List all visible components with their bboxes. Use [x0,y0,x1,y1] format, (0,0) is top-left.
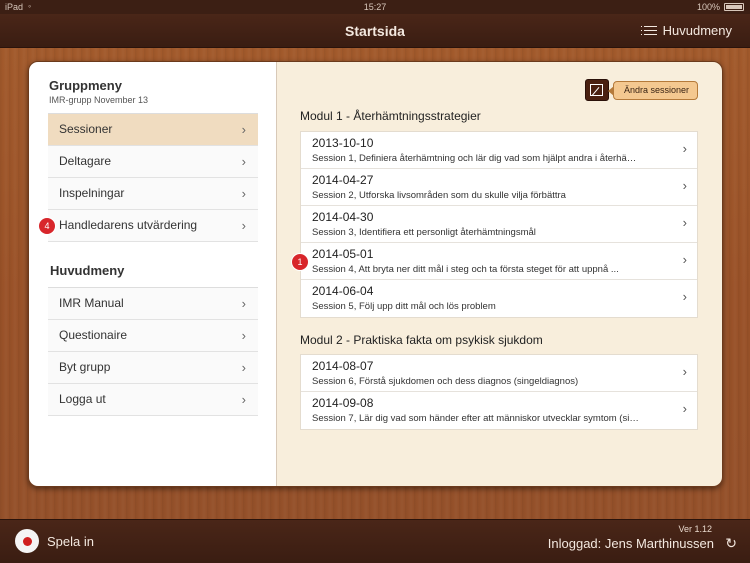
chevron-right-icon: › [682,289,687,304]
session-date: 2013-10-10 [312,136,374,150]
record-label[interactable]: Spela in [47,534,94,549]
chevron-right-icon: › [241,360,246,375]
sidebar-item-byt-grupp[interactable]: Byt grupp › [48,352,258,384]
bottom-bar: Spela in Ver 1.12 Inloggad: Jens Marthin… [0,519,750,563]
sidebar-item-questionaire[interactable]: Questionaire › [48,320,258,352]
session-description: Session 2, Utforska livsområden som du s… [312,190,566,201]
module-title: Modul 1 - Återhämtningsstrategier [300,109,481,123]
chevron-right-icon: › [241,218,246,233]
sidebar-item-handledarens-utvardering[interactable]: 4 Handledarens utvärdering › [39,210,258,242]
status-time: 15:27 [363,2,387,12]
main-menu-button[interactable]: Huvudmeny [640,23,732,38]
chevron-right-icon: › [241,154,246,169]
session-description: Session 4, Att bryta ner ditt mål i steg… [312,264,619,275]
edit-sessions-control: Ändra sessioner [584,79,698,101]
edit-icon [590,84,604,96]
edit-sessions-button[interactable] [584,79,609,101]
status-bar: iPad ◦ 15:27 100% [0,0,750,14]
chevron-right-icon: › [682,141,687,156]
main-menu: IMR Manual › Questionaire › Byt grupp › … [48,287,258,416]
sidebar-item-logga-ut[interactable]: Logga ut › [48,384,258,416]
main-menu-title: Huvudmeny [50,263,125,278]
sidebar: Gruppmeny IMR-grupp November 13 Sessione… [29,62,277,486]
session-date: 2014-08-07 [312,359,374,373]
sidebar-item-label: Byt grupp [59,360,111,374]
sidebar-item-label: IMR Manual [59,296,124,310]
page-title: Startsida [345,23,405,39]
session-row[interactable]: 2014-04-30 Session 3, Identifiera ett pe… [301,206,697,243]
module-title: Modul 2 - Praktiska fakta om psykisk sju… [300,333,543,347]
chevron-right-icon: › [241,392,246,407]
sidebar-item-label: Sessioner [59,122,113,136]
chevron-right-icon: › [682,178,687,193]
session-list: 2014-08-07 Session 6, Förstå sjukdomen o… [300,354,698,430]
session-description: Session 5, Följ upp ditt mål och lös pro… [312,301,496,312]
session-row[interactable]: 2014-08-07 Session 6, Förstå sjukdomen o… [301,355,697,392]
sidebar-item-label: Inspelningar [59,186,125,200]
sidebar-item-inspelningar[interactable]: Inspelningar › [48,178,258,210]
session-description: Session 7, Lär dig vad som händer efter … [312,413,639,424]
chevron-right-icon: › [682,364,687,379]
chevron-right-icon: › [241,122,246,137]
notification-badge: 4 [39,218,55,234]
session-description: Session 6, Förstå sjukdomen och dess dia… [312,376,579,387]
chevron-right-icon: › [682,252,687,267]
battery-icon [724,3,744,11]
nav-bar: Startsida Huvudmeny [0,14,750,48]
content-panel: Gruppmeny IMR-grupp November 13 Sessione… [28,61,723,487]
sidebar-item-label: Logga ut [59,392,106,406]
sidebar-item-label: Deltagare [59,154,112,168]
chevron-right-icon: › [682,215,687,230]
battery-percent: 100% [696,2,720,12]
session-row[interactable]: 2014-09-08 Session 7, Lär dig vad som hä… [301,392,697,429]
group-menu: Sessioner › Deltagare › Inspelningar › 4… [39,113,258,242]
version-label: Ver 1.12 [678,524,712,534]
session-date: 2014-05-01 [312,247,374,261]
chevron-right-icon: › [241,296,246,311]
logged-in-user: Inloggad: Jens Marthinussen [547,536,714,551]
session-date: 2014-09-08 [312,396,374,410]
session-date: 2014-04-27 [312,173,374,187]
sidebar-item-deltagare[interactable]: Deltagare › [48,146,258,178]
sidebar-item-imr-manual[interactable]: IMR Manual › [48,288,258,320]
record-icon [22,536,32,546]
session-description: Session 1, Definiera återhämtning och lä… [312,153,637,164]
session-row[interactable]: 1 2014-05-01 Session 4, Att bryta ner di… [292,243,697,280]
session-row[interactable]: 2014-06-04 Session 5, Följ upp ditt mål … [301,280,697,317]
session-list: 2013-10-10 Session 1, Definiera återhämt… [292,131,698,318]
sidebar-item-label: Questionaire [59,328,128,342]
session-date: 2014-04-30 [312,210,374,224]
chevron-right-icon: › [241,186,246,201]
refresh-icon[interactable]: ↻ [725,535,737,552]
sidebar-item-label: Handledarens utvärdering [59,218,198,232]
group-name: IMR-grupp November 13 [49,95,149,105]
notification-badge: 1 [292,254,308,270]
session-row[interactable]: 2014-04-27 Session 2, Utforska livsområd… [301,169,697,206]
main-menu-label: Huvudmeny [662,23,732,38]
session-date: 2014-06-04 [312,284,374,298]
session-row[interactable]: 2013-10-10 Session 1, Definiera återhämt… [301,132,697,169]
list-menu-icon [640,25,657,37]
sidebar-item-sessioner[interactable]: Sessioner › [48,114,258,146]
sessions-pane: Ändra sessioner Modul 1 - Återhämtningss… [277,62,722,486]
chevron-right-icon: › [241,328,246,343]
record-button[interactable] [15,529,39,553]
chevron-right-icon: › [682,401,687,416]
session-description: Session 3, Identifiera ett personligt åt… [312,227,536,238]
edit-sessions-tooltip: Ändra sessioner [607,80,698,100]
group-menu-title: Gruppmeny [49,78,122,93]
